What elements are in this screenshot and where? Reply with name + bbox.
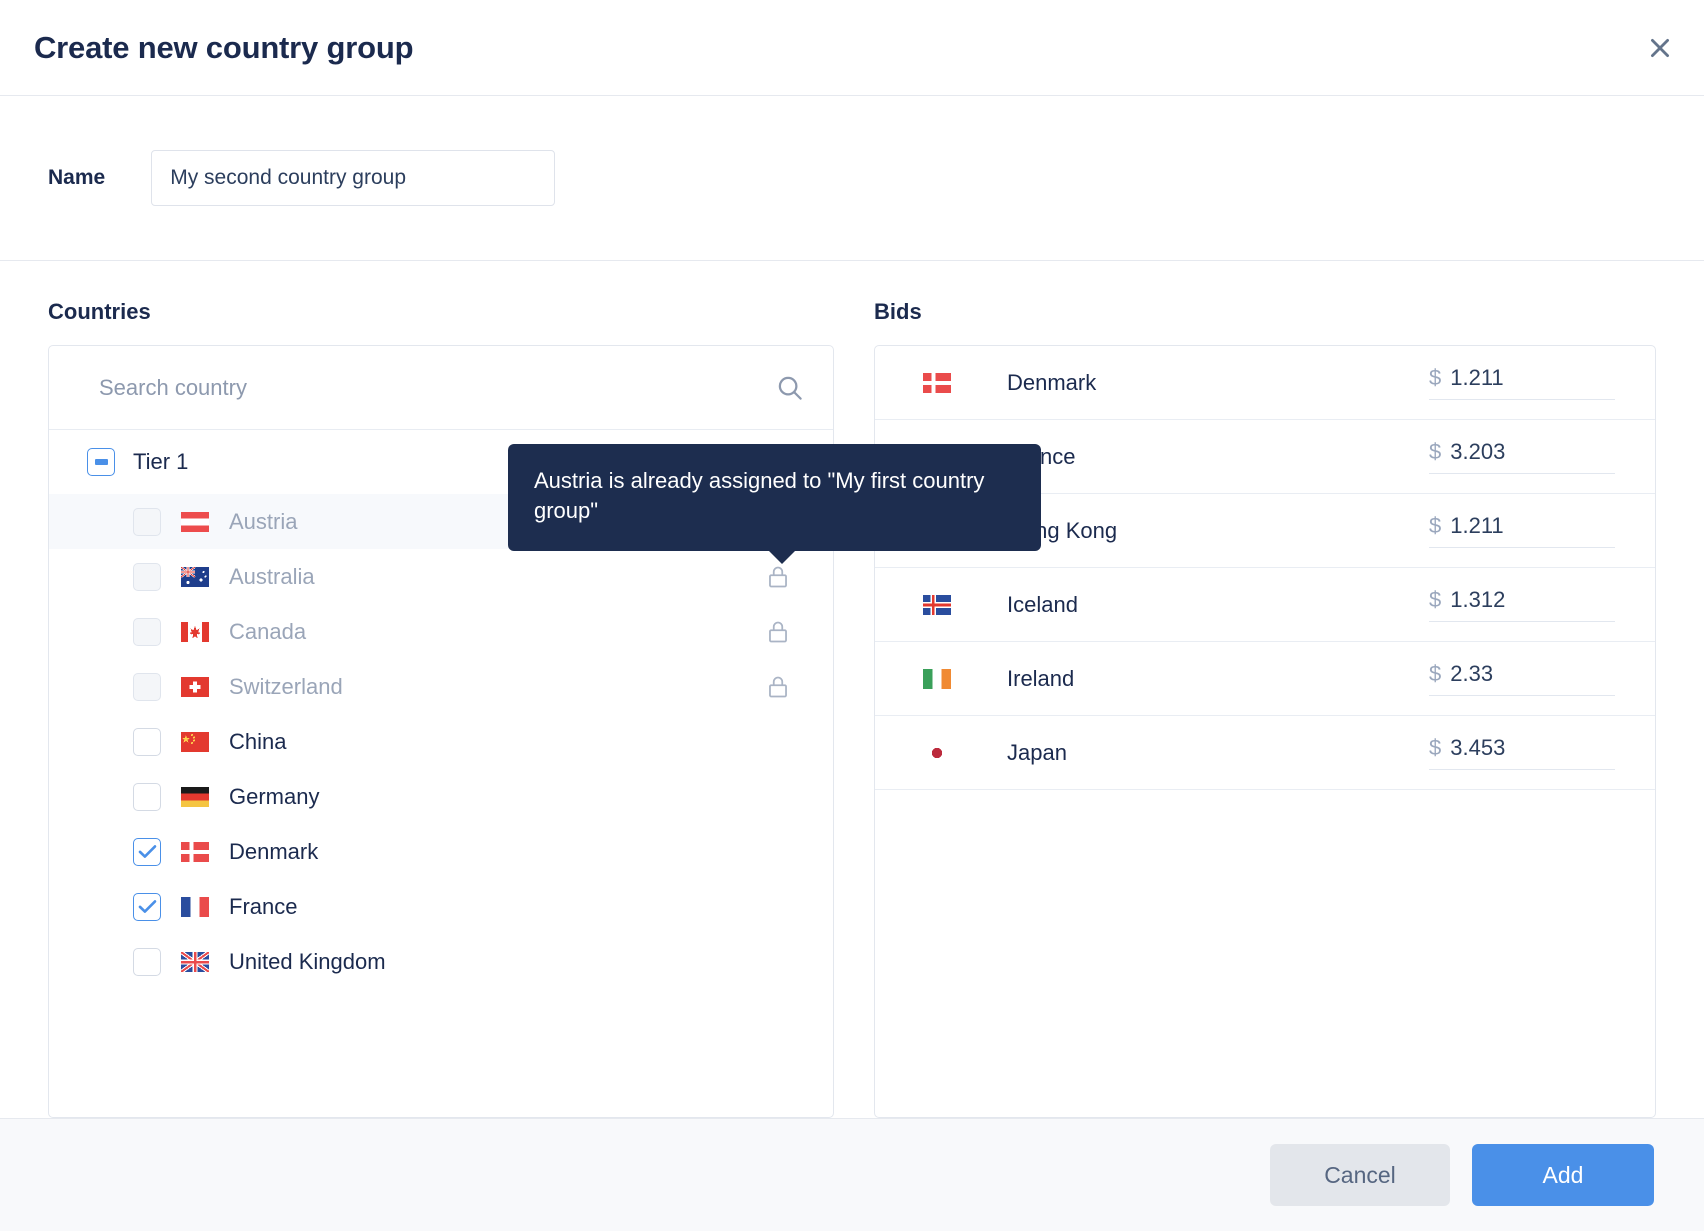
bids-panel: Bids Denmark$France$Hong Kong$Iceland$Ir… — [874, 299, 1656, 1118]
search-input[interactable] — [99, 374, 775, 401]
currency-symbol: $ — [1429, 365, 1442, 390]
dialog-footer: Cancel Add — [0, 1119, 1704, 1231]
bid-amount-field[interactable]: $ — [1429, 439, 1615, 474]
country-checkbox[interactable] — [133, 727, 161, 756]
lock-icon[interactable] — [753, 607, 803, 657]
currency-symbol: $ — [1429, 587, 1442, 612]
country-name: Switzerland — [229, 673, 343, 699]
tree-group-label: Tier 1 — [133, 449, 189, 474]
bid-row: Denmark $ — [875, 346, 1655, 420]
currency-symbol: $ — [1429, 439, 1442, 464]
bid-country-name: Iceland — [1007, 591, 1078, 617]
bid-amount-input[interactable] — [1450, 661, 1615, 687]
bid-amount-field[interactable]: $ — [1429, 735, 1615, 770]
flag-icon — [180, 565, 209, 587]
country-checkbox — [133, 617, 161, 646]
country-checkbox — [133, 562, 161, 591]
flag-icon — [181, 786, 209, 807]
bid-amount-field[interactable]: $ — [1429, 513, 1615, 548]
country-checkbox[interactable] — [133, 892, 161, 921]
name-label: Name — [48, 166, 106, 189]
country-row[interactable]: France — [49, 879, 833, 934]
flag-icon — [181, 841, 209, 862]
country-name: Canada — [229, 618, 307, 644]
country-row[interactable]: Germany — [49, 769, 833, 824]
country-checkbox[interactable] — [133, 947, 161, 976]
lock-icon[interactable] — [753, 662, 803, 712]
country-name: China — [229, 728, 287, 754]
add-button[interactable]: Add — [1472, 1144, 1654, 1206]
country-row[interactable]: Denmark — [49, 824, 833, 879]
dialog-header: Create new country group — [0, 0, 1704, 96]
country-checkbox[interactable] — [133, 782, 161, 811]
bid-amount-input[interactable] — [1450, 513, 1615, 539]
flag-icon — [181, 896, 209, 917]
name-section: Name — [0, 96, 1704, 261]
tier-group-checkbox[interactable] — [87, 448, 115, 476]
bids-list: Denmark$France$Hong Kong$Iceland$Ireland… — [875, 346, 1655, 790]
country-row[interactable]: United Kingdom — [49, 934, 833, 989]
group-name-input[interactable] — [151, 150, 556, 206]
currency-symbol: $ — [1429, 661, 1442, 686]
flag-icon — [923, 372, 951, 393]
country-checkbox[interactable] — [133, 837, 161, 866]
close-icon — [1647, 35, 1673, 61]
dialog-body: Countries Tier 1 — [0, 261, 1704, 1119]
flag-icon — [923, 668, 951, 689]
country-row[interactable]: China — [49, 714, 833, 769]
cancel-button[interactable]: Cancel — [1270, 1144, 1450, 1206]
tooltip-text: Austria is already assigned to "My first… — [534, 468, 985, 524]
country-row[interactable]: Canada — [49, 604, 833, 659]
countries-heading: Countries — [48, 299, 151, 324]
flag-icon — [923, 742, 951, 763]
flag-icon — [181, 731, 209, 752]
countries-panel: Countries Tier 1 — [48, 299, 834, 1118]
bid-amount-field[interactable]: $ — [1429, 587, 1615, 622]
locked-country-tooltip: Austria is already assigned to "My first… — [508, 444, 1041, 564]
country-row[interactable]: Australia — [49, 549, 833, 604]
bid-amount-input[interactable] — [1450, 587, 1615, 613]
currency-symbol: $ — [1429, 735, 1442, 760]
bids-empty-area — [875, 790, 1655, 1117]
country-name: Denmark — [229, 838, 319, 864]
bid-country-name: Japan — [1007, 739, 1067, 765]
country-checkbox — [133, 507, 161, 536]
bid-amount-field[interactable]: $ — [1429, 661, 1615, 696]
bid-country-name: Ireland — [1007, 665, 1075, 691]
bid-row: Ireland $ — [875, 642, 1655, 716]
currency-symbol: $ — [1429, 513, 1442, 538]
bid-amount-input[interactable] — [1450, 439, 1615, 465]
bid-amount-input[interactable] — [1450, 735, 1615, 761]
flag-icon — [923, 594, 951, 615]
flag-icon — [179, 949, 211, 974]
country-name: France — [229, 893, 298, 919]
create-country-group-dialog: Create new country group Name Countries — [0, 0, 1704, 1231]
bid-row: Iceland $ — [875, 568, 1655, 642]
country-name: Germany — [229, 783, 320, 809]
bids-heading: Bids — [874, 299, 922, 324]
country-row[interactable]: Switzerland — [49, 659, 833, 714]
flag-icon — [181, 676, 209, 697]
country-name: Australia — [229, 563, 315, 589]
close-button[interactable] — [1638, 26, 1682, 70]
country-name: Austria — [229, 508, 298, 534]
bid-amount-field[interactable]: $ — [1429, 365, 1615, 400]
bid-row: Japan $ — [875, 716, 1655, 790]
country-search-row — [49, 346, 833, 430]
country-name: United Kingdom — [229, 948, 386, 974]
country-checkbox — [133, 672, 161, 701]
search-icon[interactable] — [775, 373, 805, 403]
page-title: Create new country group — [34, 29, 414, 65]
flag-icon — [181, 511, 209, 532]
bid-amount-input[interactable] — [1450, 365, 1615, 391]
flag-icon — [181, 621, 209, 642]
bid-country-name: Denmark — [1007, 369, 1097, 395]
